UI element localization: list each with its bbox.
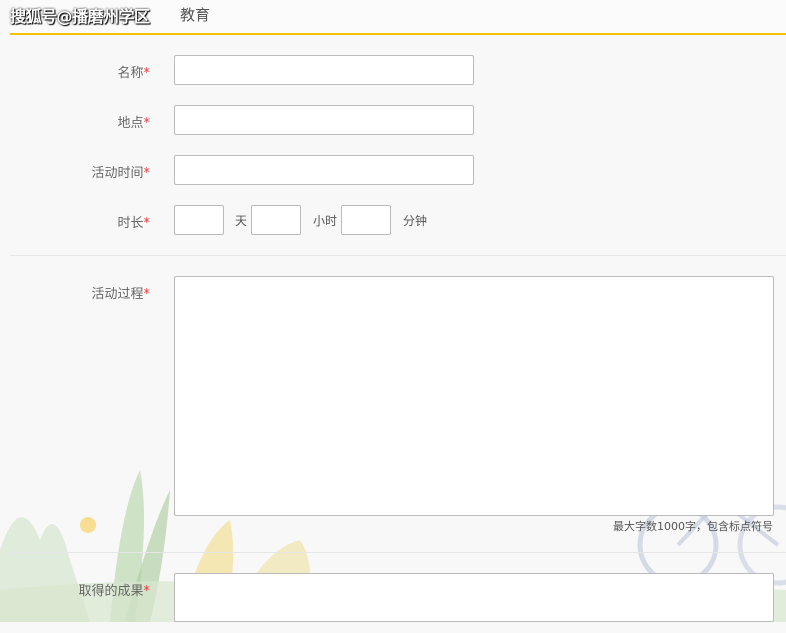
- duration-days-input[interactable]: [174, 205, 224, 235]
- required-mark: *: [143, 287, 151, 302]
- form-row-duration: 时长* 天 小时 分钟: [0, 205, 786, 235]
- process-textarea[interactable]: [174, 276, 774, 516]
- name-label: 名称*: [117, 66, 151, 81]
- activity-time-label: 活动时间*: [91, 166, 151, 181]
- results-textarea[interactable]: [174, 573, 774, 622]
- location-label: 地点*: [117, 116, 151, 131]
- activity-time-input[interactable]: [174, 155, 474, 185]
- location-input[interactable]: [174, 105, 474, 135]
- process-char-limit-hint: 最大字数1000字，包含标点符号: [613, 520, 773, 533]
- page-title: 教育: [180, 6, 211, 24]
- form-row-name: 名称*: [0, 55, 786, 85]
- form-row-results: 取得的成果*: [0, 573, 786, 633]
- watermark-text: 搜狐号@播磨州学区: [10, 7, 150, 26]
- hours-unit-label: 小时: [313, 214, 338, 228]
- minutes-unit-label: 分钟: [403, 214, 428, 228]
- process-label: 活动过程*: [91, 287, 151, 302]
- required-mark: *: [143, 166, 151, 181]
- duration-minutes-input[interactable]: [341, 205, 391, 235]
- name-input[interactable]: [174, 55, 474, 85]
- required-mark: *: [143, 66, 151, 81]
- form-row-process: 活动过程*: [0, 276, 786, 516]
- form-row-location: 地点*: [0, 105, 786, 135]
- required-mark: *: [143, 584, 151, 599]
- form-row-activity-time: 活动时间*: [0, 155, 786, 185]
- section-divider: [10, 552, 786, 553]
- required-mark: *: [143, 216, 151, 231]
- duration-label: 时长*: [117, 216, 151, 231]
- results-label: 取得的成果*: [78, 584, 151, 599]
- required-mark: *: [143, 116, 151, 131]
- duration-hours-input[interactable]: [251, 205, 301, 235]
- section-divider: [10, 255, 786, 256]
- days-unit-label: 天: [235, 214, 248, 228]
